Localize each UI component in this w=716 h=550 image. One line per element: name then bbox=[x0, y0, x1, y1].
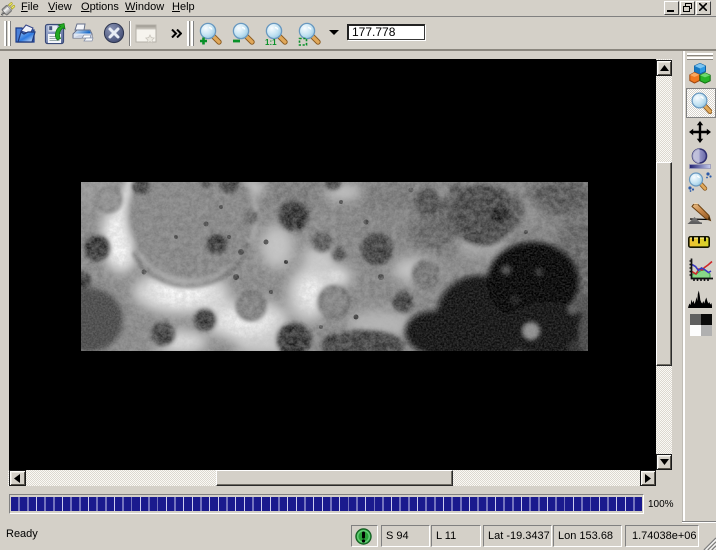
svg-text:1:1: 1:1 bbox=[265, 38, 277, 47]
